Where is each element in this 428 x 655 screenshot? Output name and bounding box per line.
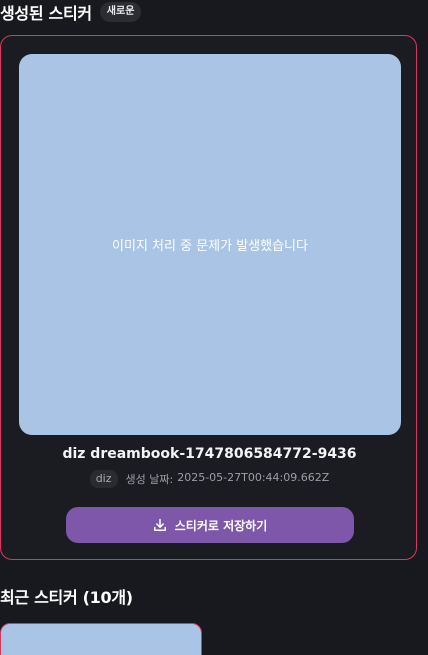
generated-sticker-card: 이미지 처리 중 문제가 발생했습니다 diz dreambook-174780…	[0, 35, 417, 560]
user-tag: diz	[89, 470, 118, 488]
sticker-name: diz dreambook-1747806584772-9436	[62, 446, 357, 462]
page: 생성된 스티커 새로운 이미지 처리 중 문제가 발생했습니다 diz drea…	[0, 0, 428, 655]
created-date: 생성 날짜: 2025-05-27T00:44:09.662Z	[126, 471, 330, 487]
generated-section-title: 생성된 스티커	[0, 4, 92, 23]
created-date-value: 2025-05-27T00:44:09.662Z	[177, 471, 330, 484]
created-date-label: 생성 날짜:	[125, 473, 174, 486]
recent-sticker-thumbnail[interactable]	[0, 623, 202, 655]
generated-section-header: 생성된 스티커 새로운	[0, 0, 142, 24]
save-button-label: 스티커로 저장하기	[174, 518, 268, 533]
save-as-sticker-button[interactable]: 스티커로 저장하기	[66, 507, 354, 543]
recent-stickers-title: 최근 스티커 (10개)	[0, 588, 133, 607]
sticker-image-placeholder: 이미지 처리 중 문제가 발생했습니다	[19, 54, 401, 435]
download-icon	[153, 518, 167, 532]
sticker-meta: diz 생성 날짜: 2025-05-27T00:44:09.662Z	[1, 470, 418, 488]
new-badge: 새로운	[99, 2, 142, 22]
image-error-message: 이미지 처리 중 문제가 발생했습니다	[112, 239, 308, 254]
